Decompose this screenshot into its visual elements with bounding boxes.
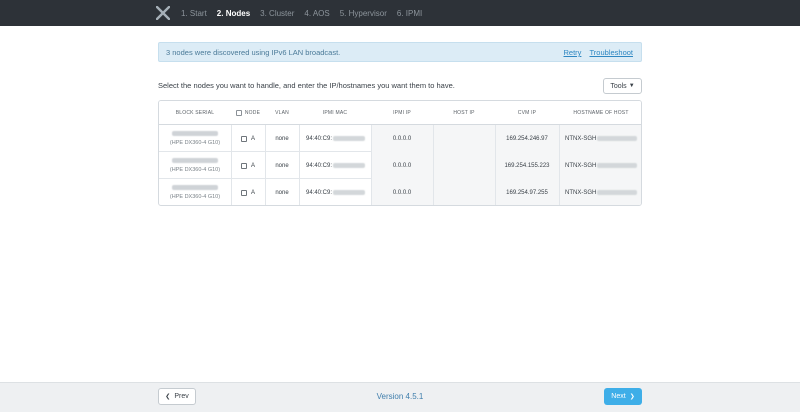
hostname-prefix: NTNX-SGH (565, 135, 597, 142)
redacted-hostname (597, 136, 638, 141)
nutanix-logo-icon (156, 6, 170, 20)
column-divider (265, 125, 266, 205)
prev-label: Prev (174, 393, 189, 400)
redacted-mac (333, 136, 366, 141)
node-checkbox[interactable] (240, 135, 247, 142)
hostname-input[interactable]: NTNX-SGH (559, 125, 641, 152)
cvm-ip-input[interactable]: 169.254.155.223 (495, 152, 559, 179)
retry-link[interactable]: Retry (563, 48, 581, 57)
block-serial-cell: (HPE DX360-4 G10) (159, 152, 231, 179)
node-cell: A (231, 152, 265, 179)
column-divider (371, 125, 372, 205)
redacted-mac (333, 190, 366, 195)
column-divider (495, 125, 496, 205)
column-divider (433, 125, 434, 205)
cvm-ip-input[interactable]: 169.254.246.97 (495, 125, 559, 152)
banner-message: 3 nodes were discovered using IPv6 LAN b… (166, 48, 341, 57)
column-divider (559, 125, 560, 205)
table-header: BLOCK SERIAL NODE VLAN IPMI MAC IPMI IP … (159, 101, 641, 125)
next-label: Next (611, 393, 626, 400)
col-hostname: HOSTNAME OF HOST (573, 110, 629, 116)
banner-actions: Retry Troubleshoot (557, 48, 633, 57)
ipmi-mac-prefix: 94:40:C9: (306, 189, 333, 196)
step-cluster[interactable]: 3. Cluster (260, 9, 294, 18)
step-nodes[interactable]: 2. Nodes (217, 9, 250, 18)
host-ip-input[interactable] (433, 125, 495, 152)
col-vlan: VLAN (275, 110, 289, 116)
wizard-steps: 1. Start 2. Nodes 3. Cluster 4. AOS 5. H… (181, 0, 432, 26)
redacted-mac (333, 163, 366, 168)
redacted-serial (172, 131, 218, 136)
ipmi-mac-cell: 94:40:C9: (299, 125, 371, 152)
instruction-text: Select the nodes you want to handle, and… (158, 81, 455, 90)
block-model: (HPE DX360-4 G10) (169, 140, 221, 146)
col-block-serial: BLOCK SERIAL (175, 110, 215, 116)
version-text: Version 4.5.1 (376, 392, 424, 401)
ipmi-mac-cell: 94:40:C9: (299, 152, 371, 179)
node-cell: A (231, 179, 265, 205)
column-divider (231, 125, 232, 205)
col-node-label: NODE (244, 110, 261, 116)
node-cell: A (231, 125, 265, 152)
node-checkbox[interactable] (240, 189, 247, 196)
vlan-cell: none (275, 189, 289, 196)
hostname-prefix: NTNX-SGH (565, 189, 597, 196)
node-position: A (250, 135, 255, 142)
host-ip-input[interactable] (433, 179, 495, 205)
nodes-table: BLOCK SERIAL NODE VLAN IPMI MAC IPMI IP … (158, 100, 642, 206)
ipmi-ip-input[interactable]: 0.0.0.0 (371, 152, 433, 179)
ipmi-mac-prefix: 94:40:C9: (306, 135, 333, 142)
col-cvm-ip: CVM IP (517, 110, 537, 116)
block-model: (HPE DX360-4 G10) (169, 167, 221, 173)
col-ipmi-mac: IPMI MAC (322, 110, 348, 116)
col-host-ip: HOST IP (453, 110, 475, 116)
block-serial-cell: (HPE DX360-4 G10) (159, 179, 231, 205)
hostname-input[interactable]: NTNX-SGH (559, 179, 641, 205)
ipmi-ip-input[interactable]: 0.0.0.0 (371, 179, 433, 205)
tools-label: Tools (610, 82, 627, 90)
chevron-right-icon: ❯ (629, 394, 635, 400)
select-all-checkbox[interactable] (235, 110, 242, 116)
ipmi-ip-input[interactable]: 0.0.0.0 (371, 125, 433, 152)
tools-dropdown-button[interactable]: Tools ▼ (603, 78, 642, 94)
block-model: (HPE DX360-4 G10) (169, 194, 221, 200)
hostname-prefix: NTNX-SGH (565, 162, 597, 169)
ipmi-mac-prefix: 94:40:C9: (306, 162, 333, 169)
redacted-hostname (597, 163, 638, 168)
ipmi-mac-cell: 94:40:C9: (299, 179, 371, 205)
col-ipmi-ip: IPMI IP (393, 110, 411, 116)
col-node: NODE (231, 101, 265, 125)
top-nav-bar: 1. Start 2. Nodes 3. Cluster 4. AOS 5. H… (0, 0, 800, 26)
chevron-down-icon: ▼ (628, 83, 635, 89)
redacted-serial (172, 158, 218, 163)
step-start[interactable]: 1. Start (181, 9, 207, 18)
column-divider (299, 125, 300, 205)
vlan-cell: none (275, 135, 289, 142)
troubleshoot-link[interactable]: Troubleshoot (590, 48, 634, 57)
block-serial-cell: (HPE DX360-4 G10) (159, 125, 231, 152)
redacted-hostname (597, 190, 638, 195)
redacted-serial (172, 185, 218, 190)
step-ipmi[interactable]: 6. IPMI (397, 9, 422, 18)
discovery-banner: 3 nodes were discovered using IPv6 LAN b… (158, 42, 642, 62)
step-aos[interactable]: 4. AOS (304, 9, 329, 18)
hostname-input[interactable]: NTNX-SGH (559, 152, 641, 179)
cvm-ip-input[interactable]: 169.254.97.255 (495, 179, 559, 205)
vlan-cell: none (275, 162, 289, 169)
chevron-left-icon: ❮ (165, 394, 171, 400)
node-position: A (250, 162, 255, 169)
next-button[interactable]: Next ❯ (604, 388, 642, 405)
node-position: A (250, 189, 255, 196)
host-ip-input[interactable] (433, 152, 495, 179)
node-checkbox[interactable] (240, 162, 247, 169)
step-hypervisor[interactable]: 5. Hypervisor (340, 9, 387, 18)
prev-button[interactable]: ❮ Prev (158, 388, 196, 405)
